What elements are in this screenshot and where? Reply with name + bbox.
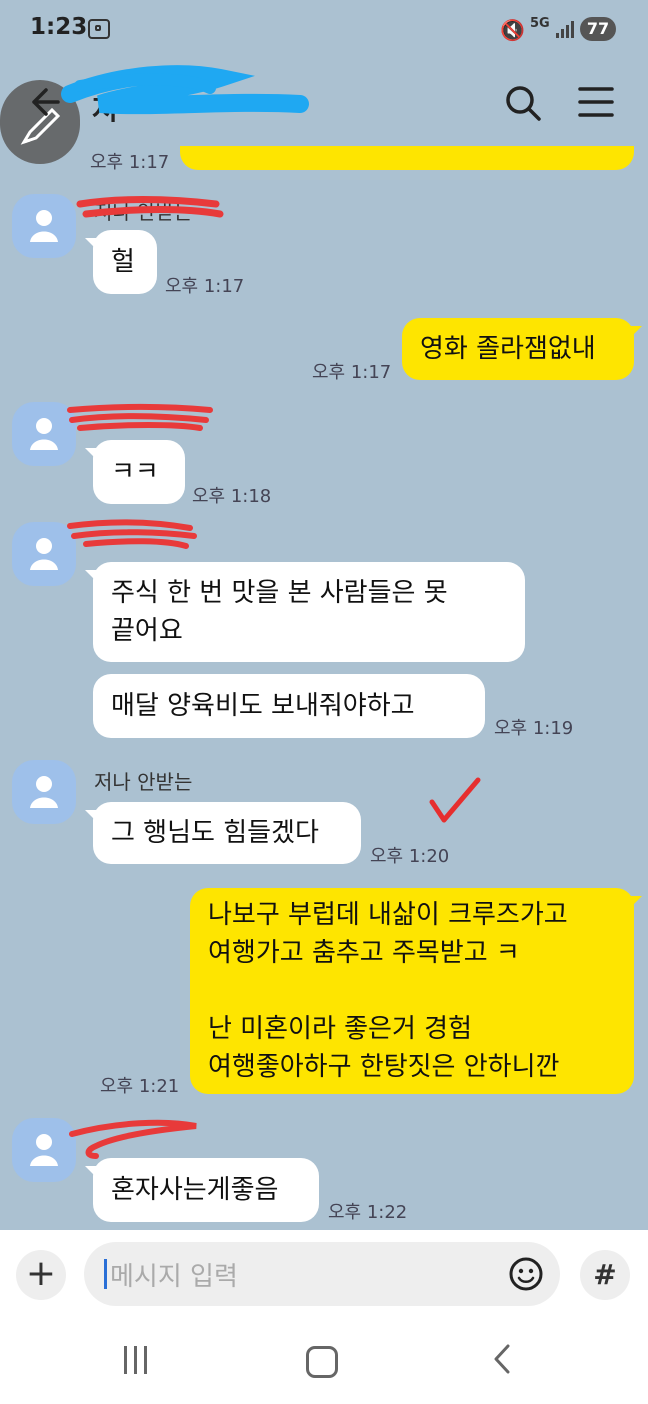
my-message-bubble[interactable] <box>180 146 634 170</box>
person-icon <box>30 538 58 570</box>
red-checkmark-annotation <box>429 777 481 823</box>
redaction-scribble <box>69 1119 197 1159</box>
message-time: 오후 1:18 <box>192 486 272 507</box>
message-time: 오후 1:21 <box>100 1076 180 1097</box>
person-icon <box>30 210 58 242</box>
message-time: 오후 1:22 <box>328 1202 408 1223</box>
message-text: 영화 졸라잼없내 <box>420 334 596 364</box>
redaction-scribble <box>61 65 309 115</box>
text-caret <box>104 1259 107 1289</box>
message-time: 오후 1:20 <box>370 846 450 867</box>
menu-icon[interactable] <box>578 86 614 118</box>
redaction-scribble <box>76 196 224 218</box>
message-text: 혼자사는게좋음 <box>111 1175 279 1205</box>
person-icon <box>30 1134 58 1166</box>
screen-record-icon <box>88 19 110 39</box>
message-input-bar: + 메시지 입력 # <box>0 1230 648 1316</box>
redaction-scribble <box>67 519 197 549</box>
back-arrow-icon[interactable] <box>26 84 62 120</box>
message-text: 주식 한 번 맛을 본 사람들은 못 끝어요 <box>111 578 448 646</box>
battery-indicator: 77 <box>580 17 616 41</box>
message-time: 오후 1:17 <box>165 276 245 297</box>
message-text: 그 행님도 힘들겠다 <box>111 818 319 848</box>
search-icon[interactable] <box>504 84 542 122</box>
home-button[interactable] <box>306 1346 338 1378</box>
message-text: 매달 양육비도 보내줘야하고 <box>111 691 415 721</box>
message-time: 오후 1:19 <box>494 718 574 739</box>
nav-back-icon[interactable] <box>490 1344 514 1374</box>
sender-name: 저나 안받는 <box>94 770 193 794</box>
signal-icon <box>556 20 574 38</box>
status-time: 1:23 <box>30 14 88 40</box>
received-message-bubble[interactable]: 매달 양육비도 보내줘야하고 <box>93 674 485 738</box>
received-message-bubble[interactable]: 그 행님도 힘들겠다 <box>85 802 361 864</box>
mute-icon: 🔇 <box>500 18 525 42</box>
my-message-bubble[interactable]: 영화 졸라잼없내 <box>402 318 642 380</box>
message-text: 헐 <box>111 247 135 277</box>
hash-button[interactable]: # <box>580 1250 630 1300</box>
received-message-bubble[interactable]: 주식 한 번 맛을 본 사람들은 못 끝어요 <box>85 562 525 662</box>
avatar[interactable] <box>12 760 76 824</box>
redaction-scribble <box>67 404 213 431</box>
person-icon <box>30 776 58 808</box>
message-input-placeholder: 메시지 입력 <box>110 1262 238 1292</box>
person-icon <box>30 418 58 450</box>
message-time: 오후 1:17 <box>312 362 392 383</box>
message-time: 오후 1:17 <box>90 152 170 173</box>
emoji-icon[interactable] <box>508 1256 544 1292</box>
recent-apps-button[interactable] <box>124 1346 147 1374</box>
system-nav-bar <box>0 1316 648 1404</box>
add-button[interactable]: + <box>16 1250 66 1300</box>
received-message-bubble[interactable]: 헐 <box>85 230 157 294</box>
network-label: 5G <box>530 16 550 31</box>
status-bar: 1:23 🔇 5G 77 <box>0 0 648 62</box>
received-message-bubble[interactable]: 혼자사는게좋음 <box>85 1158 319 1222</box>
message-list[interactable]: 오후 1:17 저나 안받는 헐 오후 1:17 영화 졸라잼없내 오후 1:1… <box>0 146 648 1230</box>
message-text: ㅋㅋ <box>111 457 159 487</box>
message-text: 나보구 부럽데 내삶이 크루즈가고 여행가고 춤추고 주목받고 ㅋ 난 미혼이라… <box>208 900 568 1082</box>
my-message-bubble[interactable]: 나보구 부럽데 내삶이 크루즈가고 여행가고 춤추고 주목받고 ㅋ 난 미혼이라… <box>190 888 642 1094</box>
avatar[interactable] <box>12 194 76 258</box>
message-input[interactable]: 메시지 입력 <box>84 1242 560 1306</box>
received-message-bubble[interactable]: ㅋㅋ <box>85 440 185 504</box>
